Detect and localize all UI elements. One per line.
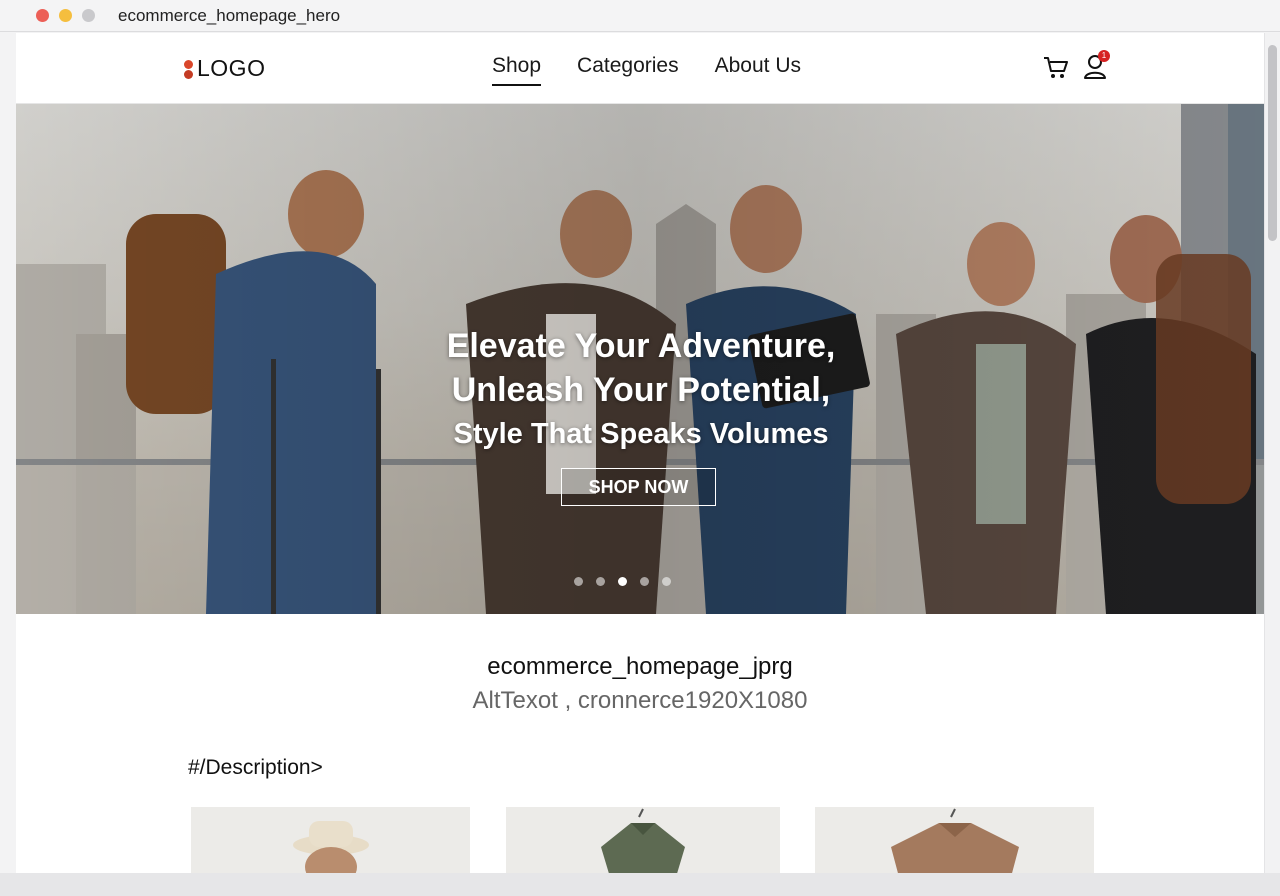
caption-subtitle: AltTexot , cronnerce1920X1080: [472, 687, 808, 714]
nav-categories[interactable]: Categories: [577, 54, 679, 86]
product-card-2[interactable]: [506, 807, 780, 873]
shop-now-button[interactable]: SHOP NOW: [561, 468, 716, 506]
hero-line-3: Style That Speaks Volumes: [453, 418, 829, 450]
carousel-dot-3[interactable]: [618, 577, 627, 586]
logo-text: LOGO: [197, 55, 266, 81]
carousel-dot-1[interactable]: [574, 577, 583, 586]
hero-banner[interactable]: Elevate Your Adventure, Unleash Your Pot…: [16, 104, 1264, 614]
description-heading: #/Description>: [188, 756, 323, 779]
window-title: ecommerce_homepage_hero: [118, 6, 341, 25]
hero-line-2: Unleash Your Potential,: [451, 371, 831, 409]
product-grid: [16, 807, 1264, 873]
cart-icon[interactable]: [1042, 53, 1070, 81]
page-viewport: LOGO Shop Categories About Us 1 Elevate …: [16, 33, 1264, 873]
hero-line-1: Elevate Your Adventure,: [446, 327, 836, 365]
product-card-3[interactable]: [815, 807, 1094, 873]
site-logo[interactable]: LOGO: [184, 55, 265, 82]
hero-headline: Elevate Your Adventure, Unleash Your Pot…: [416, 324, 866, 456]
nav-shop[interactable]: Shop: [492, 54, 542, 86]
site-header: LOGO Shop Categories About Us 1: [16, 33, 1264, 104]
window-bottom-edge: [0, 873, 1280, 896]
browser-window: ecommerce_homepage_hero LOGO Shop Catego…: [0, 0, 1280, 896]
hat-icon: [293, 821, 369, 873]
zoom-window-button[interactable]: [82, 9, 95, 22]
minimize-window-button[interactable]: [59, 9, 72, 22]
title-bar: ecommerce_homepage_hero: [0, 0, 1280, 32]
notification-badge: 1: [1098, 50, 1110, 62]
brown-shirt-icon: [891, 808, 1019, 873]
carousel-dots: [574, 577, 671, 586]
close-window-button[interactable]: [36, 9, 49, 22]
vertical-scrollbar[interactable]: [1264, 33, 1280, 873]
carousel-dot-4[interactable]: [640, 577, 649, 586]
product-card-1[interactable]: [191, 807, 470, 873]
main-nav: Shop Categories About Us: [492, 54, 801, 86]
nav-about-us[interactable]: About Us: [715, 54, 801, 86]
carousel-dot-2[interactable]: [596, 577, 605, 586]
logo-mark-icon: [184, 58, 193, 80]
caption-title: ecommerce_homepage_jprg: [487, 653, 793, 680]
image-caption: ecommerce_homepage_jprg AltTexot , cronn…: [16, 653, 1264, 715]
carousel-dot-5[interactable]: [662, 577, 671, 586]
scrollbar-thumb[interactable]: [1268, 45, 1277, 241]
green-shirt-icon: [601, 808, 685, 873]
